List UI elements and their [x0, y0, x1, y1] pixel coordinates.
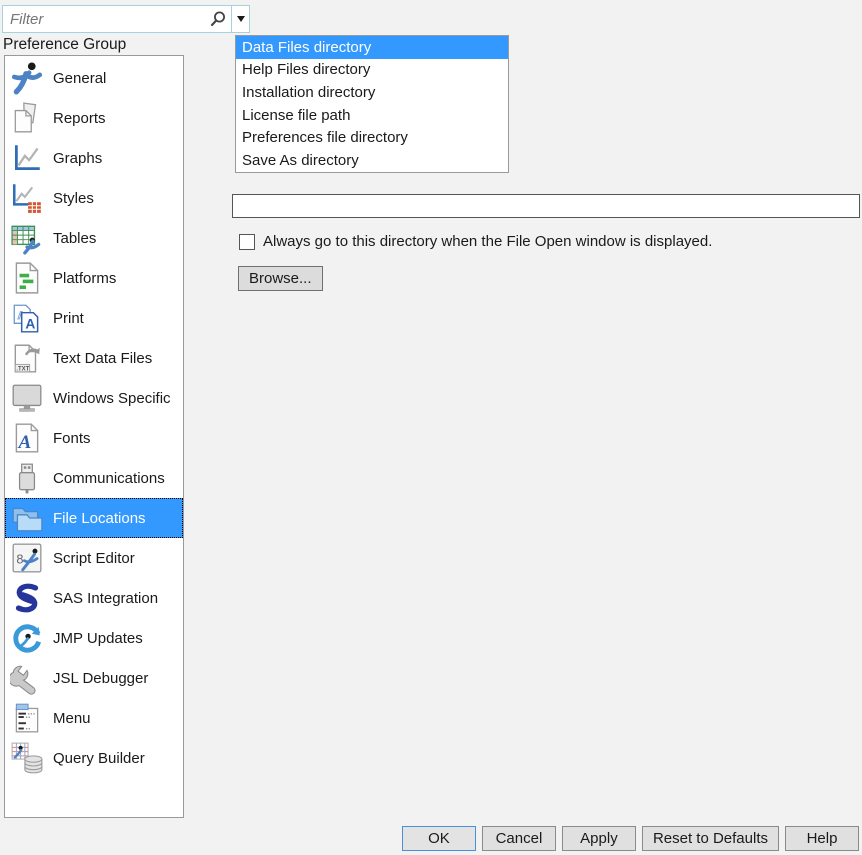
sas-integration-icon: [10, 581, 44, 615]
sidebar-item-jsl-debugger[interactable]: JSL Debugger: [5, 658, 183, 698]
platforms-icon: [10, 261, 44, 295]
sidebar-item-text-data-files[interactable]: Text Data Files: [5, 338, 183, 378]
sidebar-item-jmp-updates[interactable]: JMP Updates: [5, 618, 183, 658]
sidebar-item-reports[interactable]: Reports: [5, 98, 183, 138]
directory-path-input[interactable]: [232, 194, 860, 218]
file-locations-icon: [10, 501, 44, 535]
menu-icon: [10, 701, 44, 735]
sidebar-item-graphs[interactable]: Graphs: [5, 138, 183, 178]
sidebar-item-menu[interactable]: Menu: [5, 698, 183, 738]
sidebar-item-styles[interactable]: Styles: [5, 178, 183, 218]
location-item-installation-directory[interactable]: Installation directory: [236, 81, 508, 104]
jsl-debugger-icon: [10, 661, 44, 695]
sidebar-item-script-editor[interactable]: Script Editor: [5, 538, 183, 578]
filter-dropdown-button[interactable]: [231, 6, 249, 32]
query-builder-icon: [10, 741, 44, 775]
sidebar-item-general[interactable]: General: [5, 58, 183, 98]
cancel-button[interactable]: Cancel: [481, 826, 556, 851]
reports-icon: [10, 101, 44, 135]
chevron-down-icon: [236, 16, 245, 22]
windows-specific-icon: [10, 381, 44, 415]
filter-combo: [2, 5, 250, 33]
always-go-checkbox-row: Always go to this directory when the Fil…: [239, 233, 712, 250]
always-go-checkbox-label: Always go to this directory when the Fil…: [263, 233, 713, 250]
reset-to-defaults-button[interactable]: Reset to Defaults: [641, 826, 779, 851]
jmp-logo-icon: [10, 61, 44, 95]
always-go-checkbox[interactable]: [239, 233, 255, 250]
sidebar-item-platforms[interactable]: Platforms: [5, 258, 183, 298]
sidebar-item-file-locations[interactable]: File Locations: [5, 498, 183, 538]
print-icon: [10, 301, 44, 335]
location-item-save-as-directory[interactable]: Save As directory: [236, 149, 508, 172]
filter-input[interactable]: [3, 6, 204, 32]
sidebar-item-query-builder[interactable]: Query Builder: [5, 738, 183, 778]
tables-icon: [10, 221, 44, 255]
graphs-icon: [10, 141, 44, 175]
preference-group-label: Preference Group: [3, 36, 127, 53]
sidebar-item-windows-specific[interactable]: Windows Specific: [5, 378, 183, 418]
sidebar-item-sas-integration[interactable]: SAS Integration: [5, 578, 183, 618]
location-list: Data Files directory Help Files directory…: [235, 35, 509, 173]
location-item-help-files-directory[interactable]: Help Files directory: [236, 59, 508, 82]
sidebar-item-tables[interactable]: Tables: [5, 218, 183, 258]
location-item-preferences-file-directory[interactable]: Preferences file directory: [236, 127, 508, 150]
script-editor-icon: [10, 541, 44, 575]
sidebar-item-fonts[interactable]: Fonts: [5, 418, 183, 458]
styles-icon: [10, 181, 44, 215]
fonts-icon: [10, 421, 44, 455]
location-item-data-files-directory[interactable]: Data Files directory: [236, 36, 508, 59]
sidebar-item-communications[interactable]: Communications: [5, 458, 183, 498]
apply-button[interactable]: Apply: [561, 826, 636, 851]
communications-icon: [10, 461, 44, 495]
help-button[interactable]: Help: [785, 826, 859, 851]
search-icon[interactable]: [204, 6, 231, 32]
jmp-updates-icon: [10, 621, 44, 655]
sidebar-item-print[interactable]: Print: [5, 298, 183, 338]
text-data-files-icon: [10, 341, 44, 375]
ok-button[interactable]: OK: [401, 826, 476, 851]
browse-button[interactable]: Browse...: [238, 266, 323, 291]
preferences-dialog: Preference Group General Reports Graphs …: [0, 0, 862, 855]
footer-buttons: OK Cancel Apply Reset to Defaults Help: [401, 826, 859, 851]
preference-group-list: General Reports Graphs Styles Tables Pla…: [4, 55, 184, 818]
location-item-license-file-path[interactable]: License file path: [236, 104, 508, 127]
